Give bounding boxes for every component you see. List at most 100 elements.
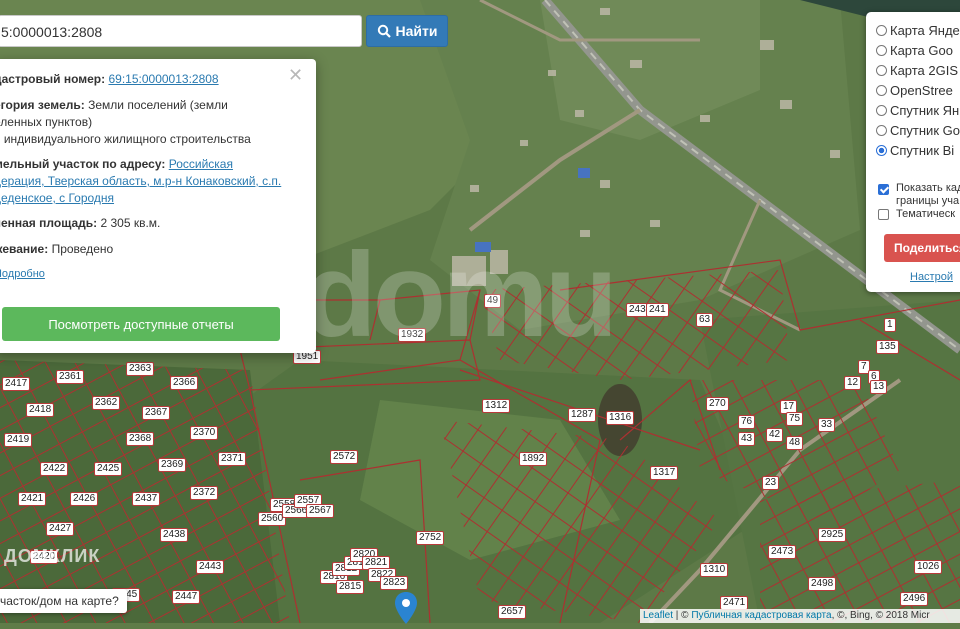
parcel-number-label[interactable]: 1317 [650,466,679,480]
parcel-number-label[interactable]: 2657 [498,605,527,619]
parcel-number-label[interactable]: 2366 [170,376,199,390]
parcel-number-label[interactable]: 43 [738,432,756,446]
area-value: 2 305 кв.м. [100,216,161,230]
parcel-number-label[interactable]: 2371 [218,452,247,466]
parcel-number-label[interactable]: 2426 [70,492,99,506]
share-button[interactable]: Поделиться [884,234,960,262]
parcel-number-label[interactable]: 23 [762,476,780,490]
parcel-number-label[interactable]: 2427 [46,522,75,536]
parcel-number-label[interactable]: 76 [738,415,756,429]
parcel-number-label[interactable]: 2438 [160,528,189,542]
layer-radio[interactable] [876,144,887,156]
area-row: ченная площадь: 2 305 кв.м. [0,215,294,232]
settings-link[interactable]: Настрой [910,271,953,283]
layer-radio[interactable] [876,44,887,56]
address-link[interactable]: Российская [169,157,233,171]
parcel-number-label[interactable]: 2367 [142,406,171,420]
parcel-number-label[interactable]: 2363 [126,362,155,376]
layer-option-label: Карта 2GIS [890,62,959,78]
show-borders-checkbox[interactable] [878,184,889,195]
parcel-number-label[interactable]: 1312 [482,399,511,413]
show-borders-option[interactable]: Показать кадаграницы уча [878,182,960,207]
parcel-number-label[interactable]: 63 [696,313,714,327]
layer-option[interactable]: Карта 2GIS [876,60,958,80]
layer-option[interactable]: Спутник Bi [876,140,954,160]
layer-option[interactable]: Спутник Go [876,120,960,140]
parcel-number-label[interactable]: 2370 [190,426,219,440]
parcel-number-label[interactable]: 75 [786,412,804,426]
thematic-checkbox[interactable] [878,208,889,220]
parcel-number-label[interactable]: 2925 [818,528,847,542]
parcel-number-label[interactable]: 42 [766,428,784,442]
parcel-number-label[interactable]: 2752 [416,531,445,545]
parcel-number-label[interactable]: 2815 [336,580,365,594]
parcel-number-label[interactable]: 2419 [4,433,33,447]
parcel-number-label[interactable]: 2417 [2,377,31,391]
parcel-number-label[interactable]: 2498 [808,577,837,591]
parcel-number-label[interactable]: 2418 [26,403,55,417]
leaflet-link[interactable]: Leaflet [643,610,673,621]
parcel-number-label[interactable]: 2369 [158,458,187,472]
parcel-number-label[interactable]: 1892 [519,452,548,466]
parcel-number-label[interactable]: 2447 [172,590,201,604]
parcel-number-label[interactable]: 48 [786,436,804,450]
attribution-rest: , ©, Bing, © 2018 Micr [831,610,930,621]
find-parcel-hint[interactable]: часток/дом на карте? [0,589,127,613]
parcel-number-label[interactable]: 2443 [196,560,225,574]
parcel-number-label[interactable]: 2372 [190,486,219,500]
layer-radio[interactable] [876,64,887,76]
location-pin-icon[interactable] [395,592,417,629]
layer-radio[interactable] [876,24,887,36]
parcel-number-label[interactable]: 2496 [900,592,929,606]
parcel-number-label[interactable]: 2473 [768,545,797,559]
parcel-number-label[interactable]: 1316 [606,411,635,425]
parcel-number-label[interactable]: 2437 [132,492,161,506]
parcel-number-label[interactable]: 13 [870,380,888,394]
parcel-number-label[interactable]: 2362 [92,396,121,410]
layer-radio[interactable] [876,104,887,116]
layer-option[interactable]: Карта Goo [876,40,953,60]
parcel-number-label[interactable]: 2425 [94,462,123,476]
address-link-line2[interactable]: дерация, Тверская область, м.р-н Конаков… [0,174,281,188]
category-value: Земли поселений (земли [88,98,228,112]
parcel-number-label[interactable]: 2572 [330,450,359,464]
layer-radio[interactable] [876,124,887,136]
search-button[interactable]: Найти [366,15,448,47]
cadastral-number-link[interactable]: 69:15:0000013:2808 [108,72,218,86]
cadastral-label: дастровый номер: [0,72,106,86]
parcel-number-label[interactable]: 12 [844,376,862,390]
layer-option[interactable]: Спутник Ян [876,100,959,120]
parcel-number-label[interactable]: 270 [706,397,729,411]
category-label: егория земель: [0,98,85,112]
parcel-number-label[interactable]: 2368 [126,432,155,446]
layer-radio[interactable] [876,84,887,96]
layer-option[interactable]: OpenStree [876,80,953,100]
parcel-number-label[interactable]: 2361 [56,370,85,384]
search-input[interactable]: 5:0000013:2808 [0,15,362,47]
layer-option-label: Карта Янде [890,22,960,38]
parcel-number-label[interactable]: 241 [646,303,669,317]
parcel-number-label[interactable]: 2471 [720,596,749,610]
thematic-label: Тематическ [896,208,956,220]
more-details-link[interactable]: Подробно [0,268,45,280]
pkk-link[interactable]: Публичная кадастровая карта [691,610,831,621]
parcel-number-label[interactable]: 2823 [380,576,409,590]
parcel-number-label[interactable]: 2567 [306,504,335,518]
address-link-line3[interactable]: деденское, с Городня [0,191,114,205]
view-reports-button[interactable]: Посмотреть доступные отчеты [2,307,280,341]
layer-option[interactable]: Карта Янде [876,20,960,40]
layer-switcher: Карта Янде Карта Goo Карта 2GIS OpenStree Сп… [866,12,960,292]
parcel-number-label[interactable]: 33 [818,418,836,432]
parcel-number-label[interactable]: 1 [884,318,896,332]
parcel-number-label[interactable]: 1287 [568,408,597,422]
domclick-logo: ДОМКЛИК [4,546,101,566]
thematic-option[interactable]: Тематическ [878,204,955,224]
parcel-number-label[interactable]: 2422 [40,462,69,476]
parcel-number-label[interactable]: 2421 [18,492,47,506]
parcel-number-label[interactable]: 135 [876,340,899,354]
show-borders-label: Показать када [896,182,960,194]
parcel-number-label[interactable]: 1026 [914,560,943,574]
search-icon [377,24,391,38]
area-label: ченная площадь: [0,216,98,230]
parcel-number-label[interactable]: 1310 [700,563,729,577]
